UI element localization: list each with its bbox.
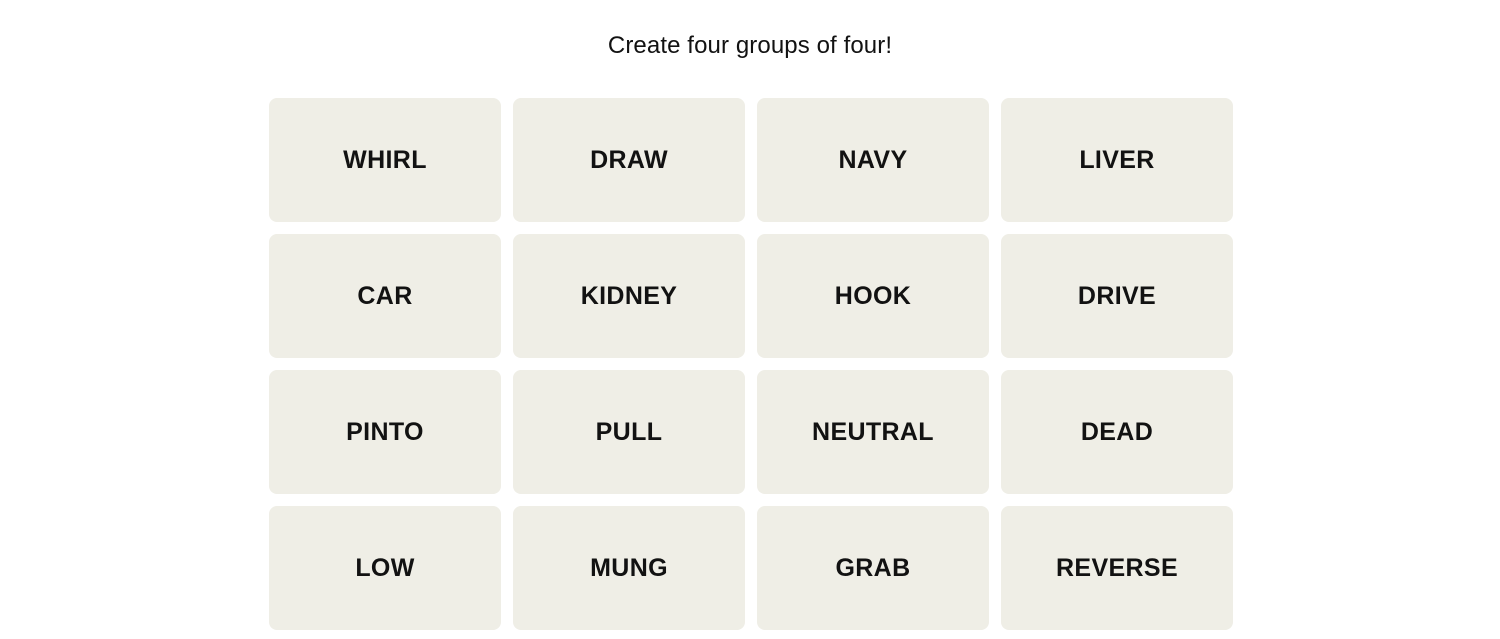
- word-tile-kidney[interactable]: KIDNEY: [513, 234, 745, 358]
- word-tile-label: MUNG: [590, 554, 668, 582]
- word-tile-label: NEUTRAL: [812, 418, 934, 446]
- word-tile-liver[interactable]: LIVER: [1001, 98, 1233, 222]
- word-tile-label: WHIRL: [343, 146, 427, 174]
- word-tile-label: GRAB: [835, 554, 911, 582]
- word-tile-label: PULL: [595, 418, 663, 446]
- word-tile-neutral[interactable]: NEUTRAL: [757, 370, 989, 494]
- word-tile-label: DRAW: [590, 146, 668, 174]
- word-tile-navy[interactable]: NAVY: [757, 98, 989, 222]
- puzzle-instruction: Create four groups of four!: [607, 32, 893, 59]
- word-tile-label: DEAD: [1080, 418, 1154, 446]
- word-tile-label: REVERSE: [1056, 554, 1178, 582]
- word-tile-drive[interactable]: DRIVE: [1001, 234, 1233, 358]
- word-tile-draw[interactable]: DRAW: [513, 98, 745, 222]
- word-tile-pinto[interactable]: PINTO: [269, 370, 501, 494]
- word-tile-label: PINTO: [346, 418, 424, 446]
- word-tile-hook[interactable]: HOOK: [757, 234, 989, 358]
- word-tile-dead[interactable]: DEAD: [1001, 370, 1233, 494]
- word-tile-label: LIVER: [1079, 146, 1155, 174]
- word-tile-label: DRIVE: [1077, 282, 1157, 310]
- word-tile-label: HOOK: [834, 282, 912, 310]
- word-tile-grab[interactable]: GRAB: [757, 506, 989, 630]
- word-tile-label: CAR: [357, 282, 413, 310]
- connections-game: Create four groups of four! WHIRL DRAW N…: [0, 0, 1500, 639]
- word-tile-car[interactable]: CAR: [269, 234, 501, 358]
- word-tile-low[interactable]: LOW: [269, 506, 501, 630]
- word-tile-whirl[interactable]: WHIRL: [269, 98, 501, 222]
- word-tile-reverse[interactable]: REVERSE: [1001, 506, 1233, 630]
- word-tile-pull[interactable]: PULL: [513, 370, 745, 494]
- word-tile-label: NAVY: [838, 146, 908, 174]
- word-tile-label: KIDNEY: [580, 282, 678, 310]
- word-tile-grid: WHIRL DRAW NAVY LIVER CAR KIDNEY HOOK DR…: [269, 98, 1233, 630]
- word-tile-mung[interactable]: MUNG: [513, 506, 745, 630]
- word-tile-label: LOW: [355, 554, 415, 582]
